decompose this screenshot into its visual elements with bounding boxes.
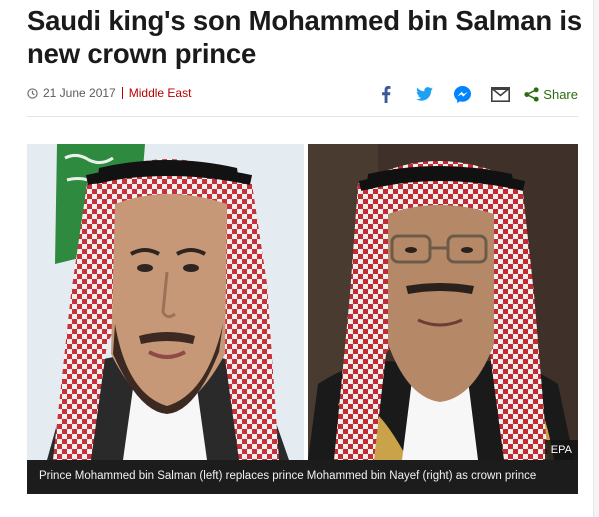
share-button[interactable]: Share: [524, 87, 578, 102]
date-block: 21 June 2017 Middle East: [27, 86, 191, 100]
share-label: Share: [543, 86, 578, 102]
photo-caption: Prince Mohammed bin Salman (left) replac…: [27, 460, 578, 494]
clock-icon: [27, 87, 38, 99]
header-divider: [27, 116, 578, 117]
article-date: 21 June 2017: [43, 86, 116, 100]
article-figure: EPA Prince Mohammed bin Salman (left) re…: [27, 144, 578, 494]
share-tools: Share: [374, 82, 578, 106]
article-meta: 21 June 2017 Middle East Share: [27, 80, 578, 108]
section-link[interactable]: Middle East: [129, 86, 192, 100]
meta-separator: [121, 87, 123, 99]
facebook-icon[interactable]: [374, 82, 398, 106]
messenger-icon[interactable]: [450, 82, 474, 106]
photo-credit: EPA: [544, 440, 578, 460]
share-icon: [524, 86, 539, 102]
email-icon[interactable]: [488, 82, 512, 106]
page-scroll-edge: [593, 0, 599, 517]
article-headline: Saudi king's son Mohammed bin Salman is …: [27, 5, 582, 69]
photo-left: [27, 144, 304, 460]
twitter-icon[interactable]: [412, 82, 436, 106]
photo-right: [308, 144, 578, 460]
